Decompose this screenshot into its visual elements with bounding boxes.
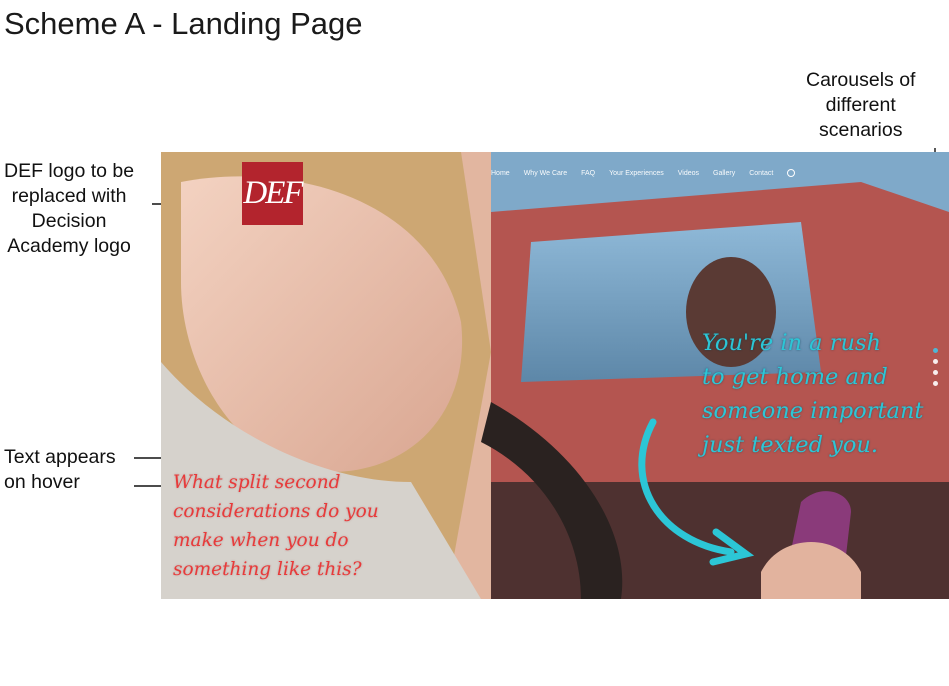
- scenario-line: someone important: [702, 398, 924, 424]
- nav-contact[interactable]: Contact: [749, 170, 773, 177]
- carousel-dots: [933, 348, 938, 386]
- question-line: considerations do you: [173, 501, 379, 522]
- carousel-dot[interactable]: [933, 370, 938, 375]
- nav-faq[interactable]: FAQ: [581, 170, 595, 177]
- carousel-dot[interactable]: [933, 348, 938, 353]
- scenario-line: You're in a rush: [702, 330, 882, 356]
- scenario-text: You're in a rush to get home and someone…: [702, 326, 923, 462]
- def-logo[interactable]: DEF: [242, 162, 304, 225]
- scenario-line: just texted you.: [702, 432, 879, 458]
- hover-question-text: What split second considerations do you …: [173, 468, 379, 584]
- carousel-dot[interactable]: [933, 359, 938, 364]
- question-line: make when you do: [173, 530, 349, 551]
- nav-your-experiences[interactable]: Your Experiences: [609, 170, 664, 177]
- question-line: What split second: [173, 472, 341, 493]
- scenario-line: to get home and: [702, 364, 888, 390]
- carousel-dot[interactable]: [933, 381, 938, 386]
- hero-carousel[interactable]: DEF Home Why We Care FAQ Your Experience…: [161, 152, 949, 599]
- search-icon[interactable]: [787, 169, 796, 177]
- top-navigation: Home Why We Care FAQ Your Experiences Vi…: [491, 169, 796, 177]
- nav-videos[interactable]: Videos: [678, 170, 699, 177]
- nav-home[interactable]: Home: [491, 170, 510, 177]
- question-line: something like this?: [173, 559, 362, 580]
- nav-gallery[interactable]: Gallery: [713, 170, 735, 177]
- nav-why-we-care[interactable]: Why We Care: [524, 170, 567, 177]
